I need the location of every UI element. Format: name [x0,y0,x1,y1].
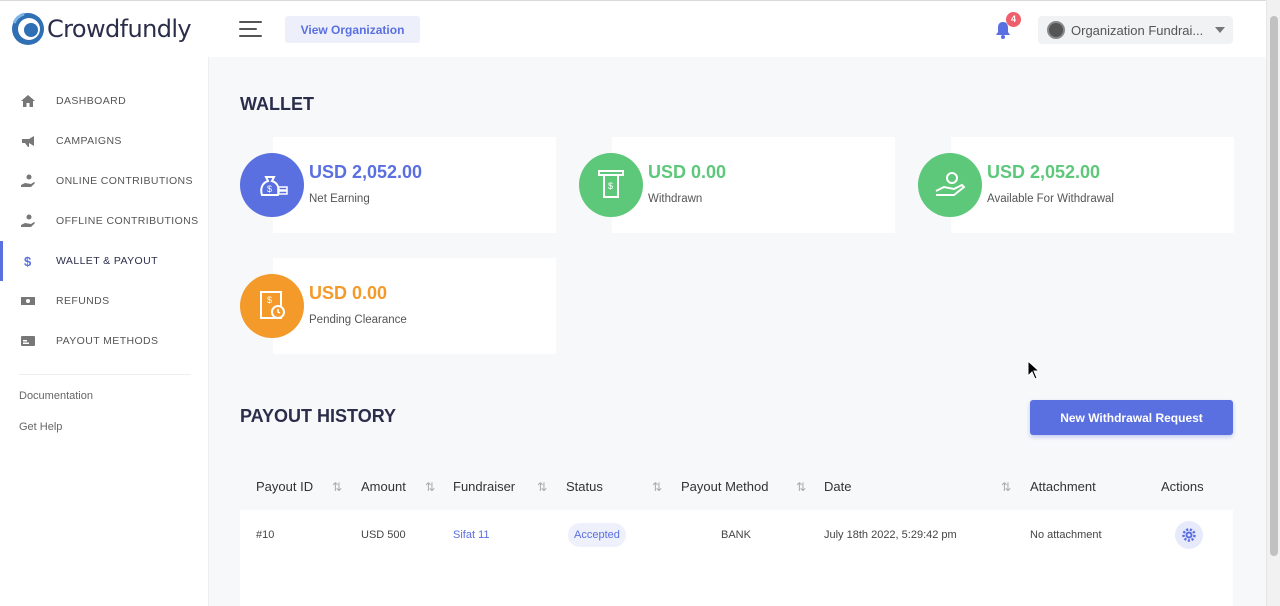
new-withdrawal-request-button[interactable]: New Withdrawal Request [1030,400,1233,435]
svg-text:$: $ [608,181,613,191]
column-header-fundraiser[interactable]: Fundraiser [453,479,515,494]
sidebar-item-wallet-payout[interactable]: $ WALLET & PAYOUT [0,241,209,281]
net-earning-card [273,137,556,233]
sidebar-item-dashboard[interactable]: DASHBOARD [0,81,209,121]
svg-text:$: $ [267,184,272,194]
payout-history-title: PAYOUT HISTORY [240,406,397,426]
crowdfundly-logo-icon [12,12,44,45]
sort-icon[interactable]: ⇅ [1001,480,1011,494]
available-amount: USD 2,052.00 [987,162,1101,182]
organization-avatar [1047,21,1065,39]
page-scrollbar[interactable] [1266,0,1280,606]
sidebar-item-label: CAMPAIGNS [56,135,122,147]
attachment-cell: No attachment [1030,529,1102,541]
column-header-date[interactable]: Date [824,479,851,494]
payout-method-cell: BANK [721,529,751,541]
page-title: WALLET [240,94,314,114]
column-header-payout-id[interactable]: Payout ID [256,479,313,494]
money-bag-icon: $ [240,153,304,217]
get-help-link[interactable]: Get Help [19,421,62,433]
organization-name: Organization Fundrai... [1071,22,1204,38]
column-header-status[interactable]: Status [566,479,603,494]
hand-coins-icon [918,153,982,217]
sort-icon[interactable]: ⇅ [537,480,547,494]
megaphone-icon [22,136,34,147]
money-bill-icon [21,297,35,305]
row-actions-button[interactable] [1175,521,1203,549]
scrollbar-thumb[interactable] [1270,16,1278,556]
sidebar: DASHBOARD CAMPAIGNS ONLINE CONTRIBUTIONS… [0,57,209,606]
sort-icon[interactable]: ⇅ [425,480,435,494]
table-footer-area [240,561,1233,606]
sidebar-item-label: REFUNDS [56,295,110,307]
organization-dropdown[interactable]: Organization Fundrai... [1038,16,1233,44]
documentation-link[interactable]: Documentation [19,390,93,402]
menu-toggle-icon[interactable] [239,21,262,38]
atm-withdraw-icon: $ [579,153,643,217]
net-earning-label: Net Earning [309,193,370,205]
notification-badge: 4 [1006,12,1021,27]
payout-id-cell: #10 [256,529,275,541]
column-header-attachment: Attachment [1030,479,1096,494]
svg-text:$: $ [24,254,32,269]
status-badge: Accepted [568,523,626,547]
card-icon [21,336,35,346]
withdrawn-amount: USD 0.00 [648,162,727,182]
available-card [951,137,1234,233]
sidebar-item-label: PAYOUT METHODS [56,335,159,347]
sidebar-item-label: DASHBOARD [56,95,127,107]
caret-down-icon [1215,27,1225,33]
receipt-clock-icon: $ [240,274,304,338]
sidebar-item-offline-contributions[interactable]: OFFLINE CONTRIBUTIONS [0,201,209,241]
column-header-payout-method[interactable]: Payout Method [681,479,768,494]
pending-clearance-card [273,258,556,354]
sidebar-item-label: WALLET & PAYOUT [56,255,158,267]
column-header-amount[interactable]: Amount [361,479,406,494]
dollar-icon: $ [24,254,32,269]
hand-coin-icon [21,214,35,227]
available-label: Available For Withdrawal [987,193,1114,205]
sidebar-item-online-contributions[interactable]: ONLINE CONTRIBUTIONS [0,161,209,201]
sidebar-item-payout-methods[interactable]: PAYOUT METHODS [0,321,209,361]
amount-cell: USD 500 [361,529,406,541]
mouse-cursor-icon [1027,360,1039,380]
sort-icon[interactable]: ⇅ [796,480,806,494]
net-earning-amount: USD 2,052.00 [309,162,423,182]
view-organization-button[interactable]: View Organization [285,16,420,43]
logo[interactable]: Crowdfundly [10,11,192,47]
sidebar-divider [19,374,191,375]
sidebar-item-label: OFFLINE CONTRIBUTIONS [56,215,199,227]
date-cell: July 18th 2022, 5:29:42 pm [824,529,957,541]
logo-text: Crowdfundly [47,15,192,43]
home-icon [21,95,35,107]
pending-clearance-amount: USD 0.00 [309,283,388,303]
sort-icon[interactable]: ⇅ [332,480,342,494]
fundraiser-link[interactable]: Sifat 11 [453,529,490,541]
column-header-actions: Actions [1161,479,1204,494]
withdrawn-label: Withdrawn [648,193,703,205]
pending-clearance-label: Pending Clearance [309,314,407,326]
sidebar-item-refunds[interactable]: REFUNDS [0,281,209,321]
sidebar-item-label: ONLINE CONTRIBUTIONS [56,175,193,187]
top-header: Crowdfundly View Organization 4 Organiza… [0,0,1266,57]
svg-text:$: $ [267,295,272,305]
withdrawn-card [612,137,895,233]
gear-icon [1182,528,1196,542]
sidebar-item-campaigns[interactable]: CAMPAIGNS [0,121,209,161]
hand-coin-icon [21,174,35,187]
sort-icon[interactable]: ⇅ [652,480,662,494]
